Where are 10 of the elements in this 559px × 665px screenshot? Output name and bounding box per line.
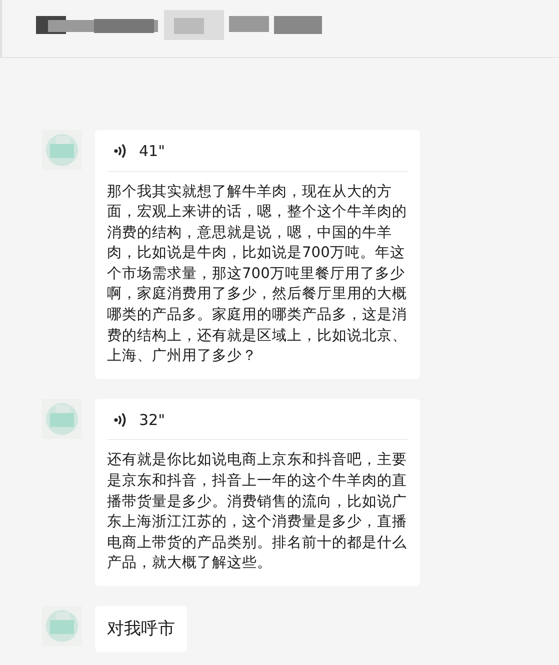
voice-duration: 32" [139, 410, 165, 431]
avatar[interactable] [42, 398, 82, 439]
transcript-text: 那个我其实就想了解牛羊肉，现在从大的方面，宏观上来讲的话，嗯，整个这个牛羊肉的消费的结构，意思就是说，嗯，中国的牛羊肉，比如说是牛肉，比如说是700万吨。年这个市场需求量，那这700万吨里餐厅用了多少啊，家庭消费用了多少，然后餐厅里用的大概哪类的产品多。家庭用的哪类产品多，这是消费的结构上，还有就是区域上，比如说北京、上海、广州用了多少？ [107, 182, 408, 366]
voice-icon[interactable] [113, 143, 127, 160]
avatar[interactable] [42, 130, 82, 170]
voice-icon[interactable] [113, 412, 127, 428]
voice-duration: 41" [139, 141, 165, 162]
avatar[interactable] [42, 606, 82, 646]
transcript-text: 还有就是你比如说电商上京东和抖音吧，主要是京东和抖音，抖音上一年的这个牛羊肉的直播带货量是多少。消费销售的流向，比如说广东上海浙江江苏的，这个消费量是多少，直播电商上带货的产品类别。排名前十的都是什么产品，就大概了解这些。 [107, 450, 408, 574]
message-text: 对我呼市 [107, 618, 175, 639]
